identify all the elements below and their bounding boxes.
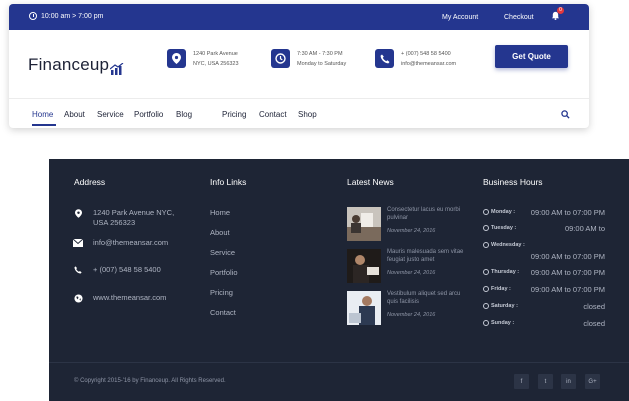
nav-contact[interactable]: Contact bbox=[259, 110, 287, 119]
logo-text: Financeup bbox=[28, 55, 110, 74]
news-title: Consectetur lacus eu morbi pulvinar bbox=[387, 207, 461, 221]
map-pin-icon bbox=[73, 208, 83, 218]
address-heading: Address bbox=[74, 177, 106, 187]
hours-day: Wednesday : bbox=[491, 242, 525, 248]
news-title: Mauris malesuada sem vitae feugiat justo… bbox=[387, 249, 464, 263]
nav-about[interactable]: About bbox=[64, 110, 85, 119]
nav-shop[interactable]: Shop bbox=[298, 110, 317, 119]
clock-icon bbox=[483, 303, 489, 309]
contact-hours: 7:30 AM - 7:30 PM Monday to Saturday bbox=[271, 49, 346, 69]
opening-hours-text: 10:00 am > 7:00 pm bbox=[41, 12, 104, 20]
contact-address: 1240 Park Avenue NYC, USA 256323 bbox=[167, 49, 239, 69]
clock-icon bbox=[483, 242, 489, 248]
news-thumbnail bbox=[347, 207, 381, 241]
mail-icon bbox=[73, 238, 83, 248]
latest-news-heading: Latest News bbox=[347, 177, 394, 187]
top-bar: 10:00 am > 7:00 pm My Account Checkout 0 bbox=[9, 4, 589, 30]
nav-blog[interactable]: Blog bbox=[176, 110, 192, 119]
globe-icon bbox=[73, 293, 83, 303]
footer-website-text: www.themeansar.com bbox=[93, 293, 167, 302]
map-pin-icon bbox=[167, 49, 186, 68]
site-header: 10:00 am > 7:00 pm My Account Checkout 0… bbox=[9, 4, 589, 128]
contact-address-line2: NYC, USA 256323 bbox=[193, 61, 239, 67]
news-item[interactable]: Mauris malesuada sem vitae feugiat justo… bbox=[347, 249, 487, 285]
contact-phone-line2: info@themeansar.com bbox=[401, 61, 457, 67]
news-date: November 24, 2016 bbox=[387, 270, 436, 276]
business-hours-heading: Business Hours bbox=[483, 177, 543, 187]
news-item[interactable]: Vestibulum aliquet sed arcu quis facilis… bbox=[347, 291, 487, 327]
phone-icon bbox=[375, 49, 394, 68]
hours-day: Tuesday : bbox=[491, 225, 517, 231]
clock-icon bbox=[483, 269, 489, 275]
copyright-text: © Copyright 2015-'16 by Financeup. All R… bbox=[74, 378, 226, 384]
contact-hours-line2: Monday to Saturday bbox=[297, 61, 347, 67]
clock-icon bbox=[271, 49, 290, 68]
news-item[interactable]: Consectetur lacus eu morbi pulvinar Nove… bbox=[347, 207, 487, 243]
hours-day: Saturday : bbox=[491, 303, 518, 309]
phone-icon bbox=[73, 265, 83, 275]
footer-phone-text: + (007) 548 58 5400 bbox=[93, 265, 161, 274]
clock-icon bbox=[29, 12, 37, 20]
hours-time: 09:00 AM to bbox=[564, 224, 605, 233]
footer-address-text: 1240 Park Avenue NYC, USA 256323 bbox=[93, 208, 175, 227]
info-links-heading: Info Links bbox=[210, 177, 247, 187]
clock-icon bbox=[483, 209, 489, 215]
contact-phone: + (007) 548 58 5400 info@themeansar.com bbox=[375, 49, 456, 69]
footer-link-home[interactable]: Home bbox=[210, 208, 230, 217]
nav-portfolio[interactable]: Portfolio bbox=[134, 110, 163, 119]
hours-time: closed bbox=[583, 319, 605, 328]
footer-phone[interactable]: + (007) 548 58 5400 bbox=[73, 265, 161, 275]
news-date: November 24, 2016 bbox=[387, 228, 436, 234]
hours-row-wednesday: Wednesday : 09:00 AM to 07:00 PM bbox=[483, 241, 605, 265]
footer-link-pricing[interactable]: Pricing bbox=[210, 288, 233, 297]
news-date: November 24, 2016 bbox=[387, 312, 436, 318]
search-icon[interactable] bbox=[561, 110, 570, 119]
hours-time: 09:00 AM to 07:00 PM bbox=[530, 285, 605, 294]
nav-home[interactable]: Home bbox=[32, 110, 53, 119]
hours-time: 09:00 AM to 07:00 PM bbox=[530, 268, 605, 277]
footer-divider bbox=[49, 362, 629, 363]
hours-day: Sunday : bbox=[491, 320, 515, 326]
footer-email-text: info@themeansar.com bbox=[93, 238, 169, 247]
contact-phone-line1: + (007) 548 58 5400 bbox=[401, 51, 451, 57]
footer-address: 1240 Park Avenue NYC, USA 256323 bbox=[73, 208, 183, 228]
checkout-link[interactable]: Checkout bbox=[504, 14, 534, 21]
linkedin-icon[interactable]: in bbox=[561, 374, 576, 389]
hours-time: 09:00 AM to 07:00 PM bbox=[530, 208, 605, 217]
opening-hours: 10:00 am > 7:00 pm bbox=[29, 12, 103, 20]
news-thumbnail bbox=[347, 291, 381, 325]
clock-icon bbox=[483, 286, 489, 292]
hours-day: Thursday : bbox=[491, 269, 520, 275]
footer-website[interactable]: www.themeansar.com bbox=[73, 293, 166, 303]
site-footer: Address Info Links Latest News Business … bbox=[49, 159, 629, 401]
footer-link-contact[interactable]: Contact bbox=[210, 308, 236, 317]
footer-link-service[interactable]: Service bbox=[210, 248, 235, 257]
header-divider bbox=[9, 98, 589, 99]
logo[interactable]: Financeup bbox=[28, 55, 124, 75]
hours-day: Friday : bbox=[491, 286, 511, 292]
clock-icon bbox=[483, 320, 489, 326]
clock-icon bbox=[483, 225, 489, 231]
hours-time: 09:00 AM to 07:00 PM bbox=[530, 252, 605, 261]
news-thumbnail bbox=[347, 249, 381, 283]
contact-address-line1: 1240 Park Avenue bbox=[193, 51, 238, 57]
nav-pricing[interactable]: Pricing bbox=[222, 110, 246, 119]
google-plus-icon[interactable]: G+ bbox=[585, 374, 600, 389]
footer-link-about[interactable]: About bbox=[210, 228, 230, 237]
footer-link-portfolio[interactable]: Portfolio bbox=[210, 268, 238, 277]
logo-chart-icon bbox=[110, 63, 124, 75]
facebook-icon[interactable]: f bbox=[514, 374, 529, 389]
cart-count-badge: 0 bbox=[557, 7, 564, 14]
footer-email[interactable]: info@themeansar.com bbox=[73, 238, 168, 248]
twitter-icon[interactable]: t bbox=[538, 374, 553, 389]
hours-day: Monday : bbox=[491, 209, 516, 215]
contact-hours-line1: 7:30 AM - 7:30 PM bbox=[297, 51, 343, 57]
my-account-link[interactable]: My Account bbox=[442, 14, 478, 21]
get-quote-button[interactable]: Get Quote bbox=[495, 45, 568, 68]
nav-service[interactable]: Service bbox=[97, 110, 124, 119]
news-title: Vestibulum aliquet sed arcu quis facilis… bbox=[387, 291, 461, 305]
hours-time: closed bbox=[583, 302, 605, 311]
nav-active-indicator bbox=[32, 124, 56, 126]
